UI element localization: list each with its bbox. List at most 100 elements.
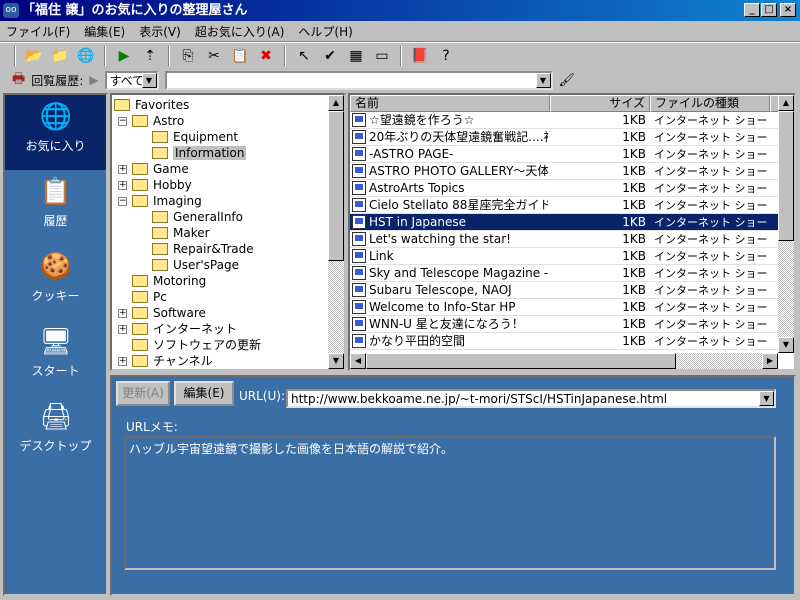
menu-item[interactable]: 編集(E) [84,23,125,40]
select-icon[interactable]: ↖ [294,46,314,66]
history-url-combo[interactable]: ▼ [164,70,553,90]
up-icon[interactable]: ⇡ [140,46,160,66]
column-header-size[interactable]: サイズ [550,95,650,112]
collapse-icon[interactable]: − [118,117,127,126]
list-row[interactable]: Cielo Stellato 88星座完全ガイド 1KB インターネット ショートカ… [350,197,778,214]
expand-icon[interactable]: + [118,357,127,366]
scroll-down-button[interactable]: ▼ [328,353,344,369]
list-hscrollbar[interactable]: ◀ ▶ [350,353,778,369]
menu-item[interactable]: ヘルプ(H) [298,23,352,40]
tree-node[interactable]: User'sPage [152,257,239,273]
memo-textarea[interactable]: ハッブル宇宙望遠鏡で撮影した画像を日本語の解説で紹介。 [124,436,776,570]
sidebar-item[interactable]: 🖨 デスクトップ [5,395,106,470]
menu-item[interactable]: ファイル(F) [6,23,70,40]
scroll-thumb[interactable] [778,111,794,241]
scroll-right-button[interactable]: ▶ [762,353,778,369]
sidebar-item[interactable]: 🖥 スタート [5,320,106,395]
expand-icon[interactable]: + [118,181,127,190]
sidebar-item[interactable]: 🌐 お気に入り [5,95,106,170]
book-icon[interactable]: 📕 [410,46,430,66]
item-size: 1KB [622,113,646,127]
file-list[interactable]: 名前 サイズ ファイルの種類 ☆望遠鏡を作ろう☆ 1KB インターネット ショートカ… [348,93,796,371]
window-icon[interactable]: ▭ [372,46,392,66]
item-type: インターネット ショートカット [654,267,770,280]
tree-node[interactable]: Equipment [152,129,238,145]
list-row[interactable]: 20年ぶりの天体望遠鏡奮戦記....初... 1KB インターネット ショートカット [350,129,778,146]
new-folder-icon[interactable]: 📂 [24,46,44,66]
dropdown-arrow-icon[interactable]: ▼ [141,72,157,88]
play-icon[interactable]: ▶ [89,73,98,87]
column-header-name[interactable]: 名前 [350,95,550,112]
list-row[interactable]: -ASTRO PAGE- 1KB インターネット ショートカット [350,146,778,163]
cut-icon[interactable]: ✂ [204,46,224,66]
hscroll-thumb[interactable] [366,353,676,369]
tree-node[interactable]: Software [132,305,206,321]
tree-node[interactable]: Imaging [132,193,202,209]
tree-node[interactable]: Game [132,161,189,177]
tree-node[interactable]: GeneralInfo [152,209,243,225]
maximize-button[interactable]: □ [761,3,777,17]
collapse-icon[interactable]: − [118,197,127,206]
app-icon[interactable]: oo [3,3,19,18]
expand-icon[interactable]: + [118,309,127,318]
help-icon[interactable]: ? [436,46,456,66]
menu-item[interactable]: 超お気に入り(A) [195,23,285,40]
list-row[interactable]: ☆望遠鏡を作ろう☆ 1KB インターネット ショートカット [350,112,778,129]
globe-icon[interactable]: 🌐 [76,46,96,66]
expand-icon[interactable]: + [118,165,127,174]
scroll-left-button[interactable]: ◀ [350,353,366,369]
expand-icon[interactable]: + [118,325,127,334]
dropdown-arrow-icon[interactable]: ▼ [759,391,774,406]
tree-node[interactable]: Astro [132,113,184,129]
tree-node[interactable]: ソフトウェアの更新 [132,337,261,353]
minimize-button[interactable]: _ [744,3,760,17]
menu-item[interactable]: 表示(V) [139,23,181,40]
folder-icon [132,115,148,127]
column-header-type[interactable]: ファイルの種類 [650,95,770,112]
check-icon[interactable]: ✔ [320,46,340,66]
scroll-up-button[interactable]: ▲ [778,95,794,111]
tree-node[interactable]: Repair&Trade [152,241,254,257]
edit-button[interactable]: 編集(E) [174,381,234,406]
paste-icon[interactable]: 📋 [230,46,250,66]
brush-icon[interactable]: 🖌 [559,73,576,88]
scroll-thumb[interactable] [328,111,344,261]
close-button[interactable]: × [780,3,796,17]
new-item-icon[interactable]: 📁 [50,46,70,66]
list-row[interactable]: AstroArts Topics 1KB インターネット ショートカット [350,180,778,197]
tree-node[interactable]: Favorites [114,97,189,113]
run-icon[interactable]: ▶ [114,46,134,66]
list-row[interactable]: かなり平田的空間 1KB インターネット ショートカット [350,333,778,350]
url-input[interactable]: http://www.bekkoame.ne.jp/~t-mori/STScI/… [286,389,776,408]
item-size: 1KB [622,164,646,178]
scroll-up-button[interactable]: ▲ [328,95,344,111]
list-row[interactable]: HST in Japanese 1KB インターネット ショートカット [350,214,778,231]
tree-node[interactable]: チャンネル [132,353,213,369]
list-row[interactable]: Let's watching the star! 1KB インターネット ショートカ… [350,231,778,248]
copy-icon[interactable]: ⎘ [178,46,198,66]
folder-tree[interactable]: ▲ ▼ Favorites Astro − Equipment Information G… [110,93,346,371]
update-button[interactable]: 更新(A) [116,381,170,406]
delete-icon[interactable]: ✖ [256,46,276,66]
history-filter-select[interactable]: すべて ▼ [104,70,159,90]
sidebar-item[interactable]: 🍪 クッキー [5,245,106,320]
list-row[interactable]: ASTRO PHOTO GALLERY〜天体... 1KB インターネット ショート… [350,163,778,180]
list-row[interactable]: Welcome to Info-Star HP 1KB インターネット ショートカッ… [350,299,778,316]
list-row[interactable]: Link 1KB インターネット ショートカット [350,248,778,265]
sidebar-item[interactable]: 📋 履歴 [5,170,106,245]
list-vscrollbar[interactable]: ▲ ▼ [778,95,794,353]
tree-scrollbar[interactable]: ▲ ▼ [328,95,344,369]
tree-node[interactable]: Hobby [132,177,192,193]
scroll-down-button[interactable]: ▼ [778,337,794,353]
list-row[interactable]: Sky and Telescope Magazine -- ... 1KB インター… [350,265,778,282]
list-row[interactable]: Subaru Telescope, NAOJ 1KB インターネット ショートカット [350,282,778,299]
list-row[interactable]: WNN-U 星と友達になろう！ 1KB インターネット ショートカット [350,316,778,333]
tree-node[interactable]: Maker [152,225,210,241]
dropdown-arrow-icon[interactable]: ▼ [535,72,551,88]
view-icon[interactable]: ▦ [346,46,366,66]
tree-node[interactable]: インターネット [132,321,237,337]
tree-node[interactable]: Pc [132,289,167,305]
tree-node[interactable]: Motoring [132,273,206,289]
tree-node-label: Maker [173,226,210,240]
tree-node[interactable]: Information [152,145,247,161]
